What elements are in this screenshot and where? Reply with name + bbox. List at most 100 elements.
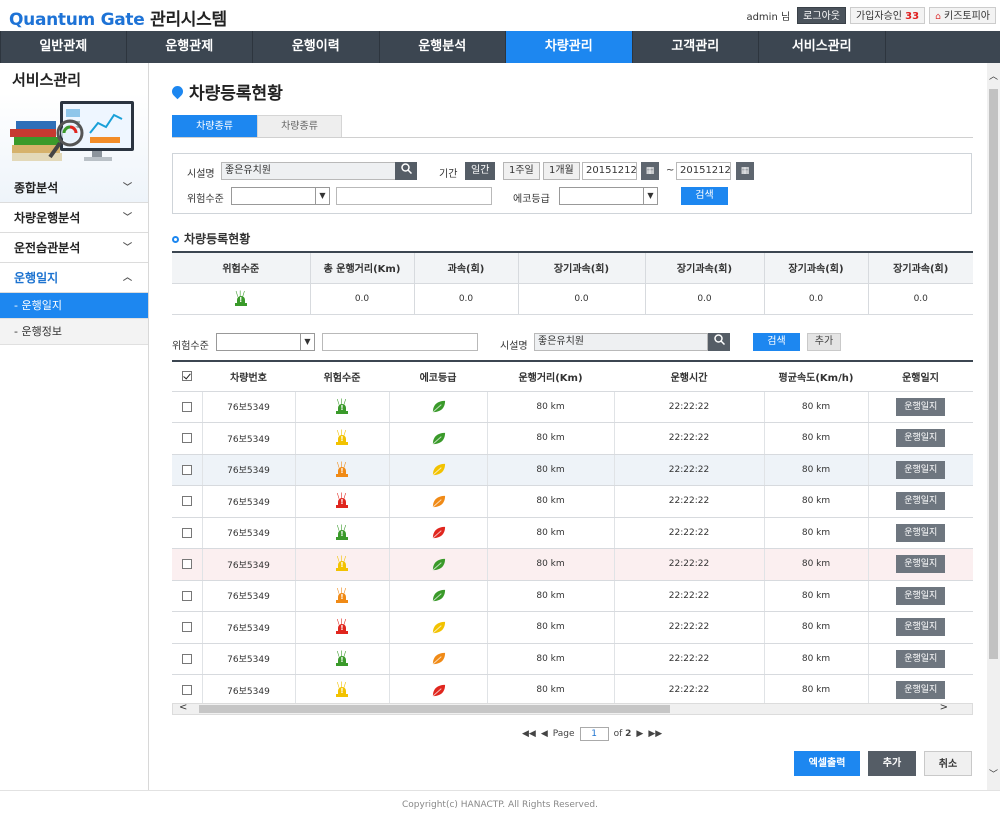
sidebar-subitem-driving-info[interactable]: - 운행정보 [0,319,148,345]
eco-select[interactable]: ▼ [559,187,658,205]
books-monitor-illustration [10,101,134,161]
sidebar-item-driving-log[interactable]: 운행일지 ︿ [0,263,148,293]
row-checkbox[interactable] [181,622,192,632]
driving-log-button[interactable]: 운행일지 [896,618,946,637]
table-row[interactable]: 76보5349 \|/! 80 km 22:22:22 80 km 운행일지 [172,485,973,518]
speed-cell: 80 km [763,548,868,581]
risk-text-input[interactable] [336,187,492,205]
row-checkbox[interactable] [181,433,192,443]
location-pin-icon [169,83,186,100]
driving-log-button[interactable]: 운행일지 [896,523,946,542]
table-row[interactable]: 76보5349 \|/! 80 km 22:22:22 80 km 운행일지 [172,517,973,549]
filter-facility-search-button[interactable] [708,333,730,351]
row-checkbox[interactable] [181,496,192,506]
distance-cell: 80 km [486,485,614,518]
row-checkbox-cell [172,422,202,455]
scrollbar-thumb[interactable] [199,705,670,713]
risk-select[interactable]: ▼ [231,187,330,205]
search-panel: 시설명 좋은유치원 기간 일간 1주일 1개월 20151212 ▦ ~ 201… [172,153,972,214]
row-checkbox[interactable] [181,401,192,412]
scroll-down-icon[interactable]: ﹀ [989,767,998,780]
table-row[interactable]: 76보5349 \|/! 80 km 22:22:22 80 km 운행일지 [172,391,973,423]
driving-log-button[interactable]: 운행일지 [896,460,946,479]
search-button[interactable]: 검색 [681,187,728,205]
add-button[interactable]: 추가 [868,751,916,776]
risk-cell: \|/! [294,643,389,675]
nav-item-2[interactable]: 운행이력 [253,31,380,63]
nav-item-0[interactable]: 일반관제 [0,31,127,63]
date-from-input[interactable]: 20151212 [582,162,637,180]
signup-approval-button[interactable]: 가입자승인 33 [849,7,926,24]
nav-item-4[interactable]: 차량관리 [506,31,633,63]
nav-item-5[interactable]: 고객관리 [633,31,759,63]
scroll-up-icon[interactable]: ︿ [989,69,998,82]
excel-export-button[interactable]: 엑셀출력 [794,751,860,776]
green-leaf-icon [432,401,445,413]
green-siren-icon: \|/! [336,649,348,666]
filter-add-button[interactable]: 추가 [807,333,841,351]
logout-button[interactable]: 로그아웃 [797,7,846,24]
filter-risk-select[interactable]: ▼ [216,333,315,351]
sidebar-subitem-driving-log[interactable]: - 운행일지 [0,293,148,319]
table-row[interactable]: 76보5349 \|/! 80 km 22:22:22 80 km 운행일지 [172,611,973,644]
table-row[interactable]: 76보5349 \|/! 80 km 22:22:22 80 km 운행일지 [172,674,973,707]
last-page-icon[interactable]: ▶▶ [648,729,662,739]
red-leaf-icon [432,684,445,697]
sidebar-item-driving-habit-analysis[interactable]: 운전습관분석 ﹀ [0,233,148,263]
row-checkbox[interactable] [181,685,192,695]
log-cell: 운행일지 [867,611,973,644]
first-page-icon[interactable]: ◀◀ [522,729,536,739]
period-month-button[interactable]: 1개월 [543,162,580,180]
table-row[interactable]: 76보5349 \|/! 80 km 22:22:22 80 km 운행일지 [172,580,973,612]
facility-search-button[interactable] [395,162,417,180]
kids-label: 키즈토피아 [944,11,990,22]
horizontal-scrollbar[interactable]: < > [172,702,973,715]
table-row[interactable]: 76보5349 \|/! 80 km 22:22:22 80 km 운행일지 [172,454,973,486]
table-row[interactable]: 76보5349 \|/! 80 km 22:22:22 80 km 운행일지 [172,422,973,455]
tab-vehicle-type-2[interactable]: 차량종류 [257,115,342,137]
nav-item-6[interactable]: 서비스관리 [759,31,886,63]
select-all-checkbox[interactable] [182,370,192,381]
row-checkbox[interactable] [181,653,192,664]
date-to-input[interactable]: 20151212 [676,162,731,180]
driving-log-button[interactable]: 운행일지 [896,681,946,700]
driving-log-button[interactable]: 운행일지 [896,649,946,668]
tab-vehicle-type-1[interactable]: 차량종류 [172,115,257,137]
sidebar-item-overall-analysis[interactable]: 종합분석 ﹀ [0,173,148,203]
nav-item-1[interactable]: 운행관제 [127,31,253,63]
filter-search-button[interactable]: 검색 [753,333,800,351]
page-input[interactable]: 1 [579,727,609,741]
driving-log-button[interactable]: 운행일지 [896,397,946,416]
time-cell: 22:22:22 [613,611,764,644]
stats-table: 위험수준 총 운행거리(Km) 과속(회) 장기과속(회) 장기과속(회) 장기과속(회)… [172,251,973,315]
driving-log-button[interactable]: 운행일지 [896,555,946,574]
calendar-icon[interactable]: ▦ [736,162,754,180]
scroll-left-icon[interactable]: < [179,702,187,713]
row-checkbox[interactable] [181,590,192,601]
driving-log-button[interactable]: 운행일지 [896,492,946,511]
driving-log-button[interactable]: 운행일지 [896,586,946,605]
row-checkbox[interactable] [181,527,192,538]
sidebar-item-vehicle-driving-analysis[interactable]: 차량운행분석 ﹀ [0,203,148,233]
cancel-button[interactable]: 취소 [924,751,972,776]
log-cell: 운행일지 [867,454,973,486]
kids-button[interactable]: ⌂ 키즈토피아 [929,7,996,24]
nav-item-3[interactable]: 운행분석 [380,31,506,63]
driving-log-button[interactable]: 운행일지 [896,429,946,448]
facility-input[interactable]: 좋은유치원 [221,162,396,180]
next-page-icon[interactable]: ▶ [636,729,643,739]
row-checkbox[interactable] [181,559,192,569]
table-row[interactable]: 76보5349 \|/! 80 km 22:22:22 80 km 운행일지 [172,643,973,675]
row-checkbox[interactable] [181,464,192,475]
calendar-icon[interactable]: ▦ [641,162,659,180]
period-week-button[interactable]: 1주일 [503,162,540,180]
logo[interactable]: Quantum Gate 관리시스템 [9,5,227,30]
filter-risk-input[interactable] [322,333,478,351]
scroll-right-icon[interactable]: > [940,702,948,713]
vertical-scrollbar[interactable]: ︿ ﹀ [987,63,1000,790]
prev-page-icon[interactable]: ◀ [541,729,548,739]
scrollbar-thumb[interactable] [989,89,998,659]
filter-facility-input[interactable]: 좋은유치원 [534,333,708,351]
period-daily-button[interactable]: 일간 [465,162,496,180]
table-row[interactable]: 76보5349 \|/! 80 km 22:22:22 80 km 운행일지 [172,548,973,581]
